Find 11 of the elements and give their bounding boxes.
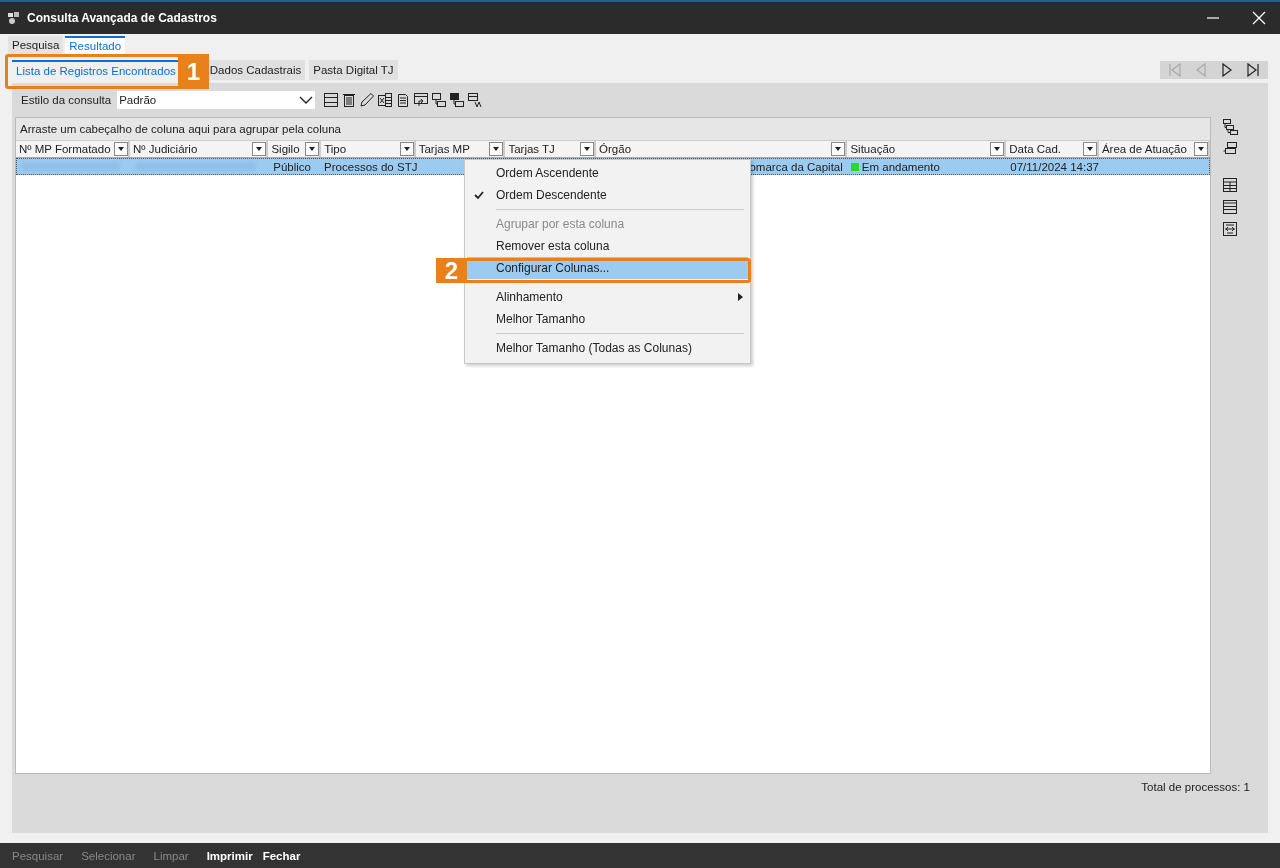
total-count: Total de processos: 1	[1141, 781, 1250, 793]
step-badge: 2	[436, 258, 467, 283]
style-label: Estilo da consulta	[20, 94, 112, 106]
group-hint: Arraste um cabeçalho de coluna aqui para agrupar pela coluna	[16, 118, 1210, 140]
table-cell: omarca da Capital	[749, 160, 843, 173]
window-title: Consulta Avançada de Cadastros	[27, 11, 217, 25]
table-cell: Em andamento	[861, 160, 940, 173]
table-cell: 07/11/2024 14:37	[1010, 160, 1099, 173]
table-cell: Processos do STJ	[324, 160, 418, 173]
step-badge: 1	[178, 54, 209, 89]
table-cell: Público	[273, 160, 311, 173]
